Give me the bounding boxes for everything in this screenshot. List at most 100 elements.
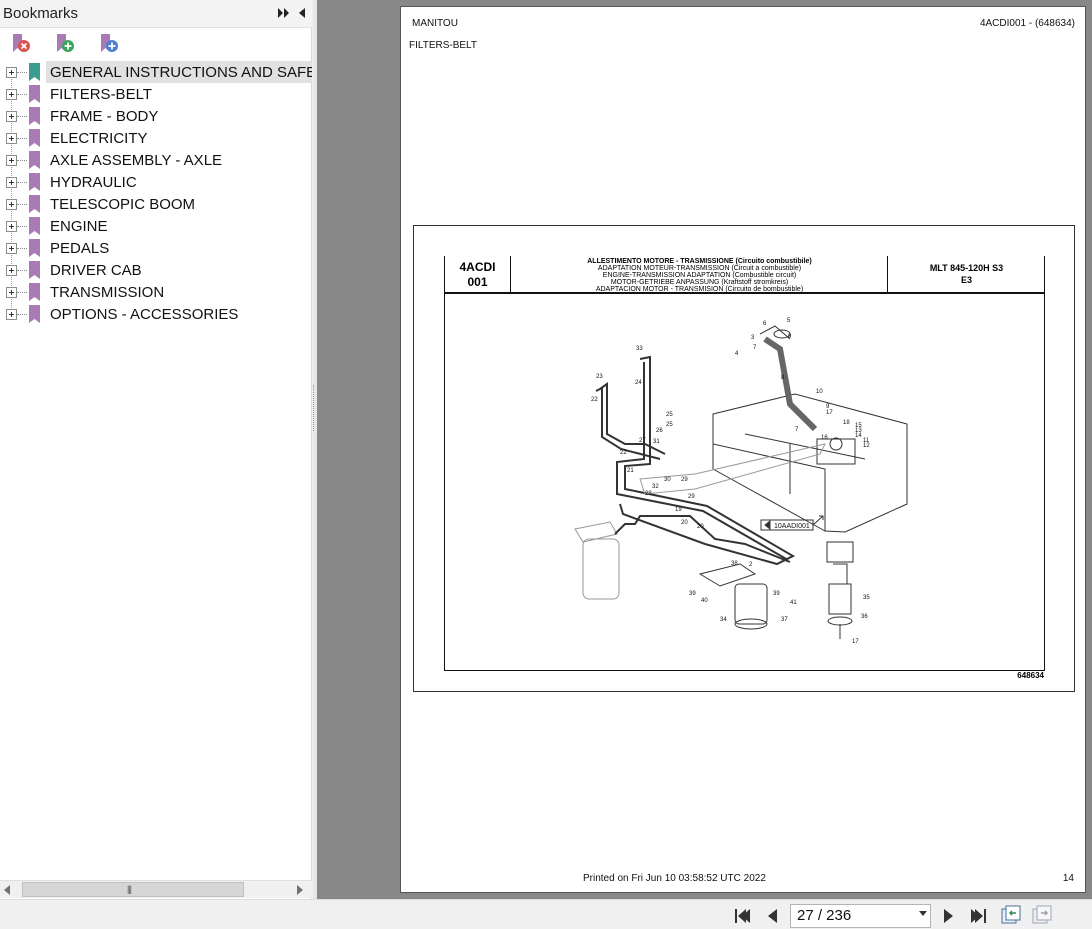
technical-drawing: 10AADI001 6 5 9 3 7 4 8 10 9 17 18 15 13 14 11 12 16 7 33 2… bbox=[444, 294, 1045, 671]
figure-model: MLT 845-120H S3 bbox=[929, 263, 1004, 273]
figure-code-box: 4ACDI 001 bbox=[444, 256, 511, 292]
bookmark-label: TRANSMISSION bbox=[50, 284, 165, 301]
bookmark-item[interactable]: TRANSMISSION bbox=[0, 281, 312, 303]
tree-dots bbox=[17, 182, 27, 183]
callout-label: 10AADI001 bbox=[774, 523, 810, 530]
bookmark-icon bbox=[29, 261, 40, 279]
bookmarks-header: Bookmarks bbox=[0, 0, 312, 28]
bookmark-item[interactable]: OPTIONS - ACCESSORIES bbox=[0, 303, 312, 325]
pdf-reader-window: Bookmarks GENERAL INSTRUCTIONS AND SAFET… bbox=[0, 0, 1092, 929]
bookmark-icon bbox=[29, 239, 40, 257]
previous-view-icon[interactable] bbox=[1000, 904, 1022, 926]
expand-plus-icon[interactable] bbox=[6, 265, 17, 276]
add-bookmark-icon[interactable] bbox=[52, 32, 76, 56]
expand-plus-icon[interactable] bbox=[6, 309, 17, 320]
bookmark-item[interactable]: TELESCOPIC BOOM bbox=[0, 193, 312, 215]
part-number-label: 30 bbox=[664, 477, 671, 483]
part-number-label: 29 bbox=[681, 477, 688, 483]
bookmark-icon bbox=[29, 217, 40, 235]
part-number-label: 7 bbox=[753, 345, 757, 351]
bookmark-item[interactable]: GENERAL INSTRUCTIONS AND SAFETY bbox=[0, 61, 312, 83]
part-number-label: 3 bbox=[751, 335, 755, 341]
delete-bookmark-icon[interactable] bbox=[8, 32, 32, 56]
bookmark-icon bbox=[29, 305, 40, 323]
expand-plus-icon[interactable] bbox=[6, 287, 17, 298]
bookmark-item[interactable]: DRIVER CAB bbox=[0, 259, 312, 281]
part-number-label: 7 bbox=[795, 427, 799, 433]
expand-plus-icon[interactable] bbox=[6, 133, 17, 144]
expand-plus-icon[interactable] bbox=[6, 199, 17, 210]
part-number-label: 31 bbox=[653, 439, 660, 445]
bookmark-label: ELECTRICITY bbox=[50, 130, 148, 147]
bookmark-label: AXLE ASSEMBLY - AXLE bbox=[50, 152, 223, 169]
figure-code-line1: 4ACDI bbox=[459, 260, 496, 274]
page-dropdown-icon[interactable] bbox=[919, 911, 927, 916]
scroll-left-arrow-icon[interactable] bbox=[4, 885, 10, 895]
part-number-label: 21 bbox=[627, 468, 634, 474]
page-navigation-bar: 27 / 236 bbox=[0, 899, 1092, 929]
bookmarks-panel: Bookmarks GENERAL INSTRUCTIONS AND SAFET… bbox=[0, 0, 312, 899]
part-number-label: 12 bbox=[863, 443, 870, 449]
part-number-label: 25 bbox=[666, 422, 673, 428]
expand-panel-icon[interactable] bbox=[277, 5, 291, 21]
next-page-icon[interactable] bbox=[938, 906, 958, 926]
expand-plus-icon[interactable] bbox=[6, 177, 17, 188]
bookmark-icon bbox=[29, 151, 40, 169]
part-number-label: 22 bbox=[591, 397, 598, 403]
tree-dots bbox=[17, 94, 27, 95]
previous-page-icon[interactable] bbox=[763, 906, 783, 926]
bookmark-item[interactable]: FRAME - BODY bbox=[0, 105, 312, 127]
bookmark-icon bbox=[29, 173, 40, 191]
scroll-right-arrow-icon[interactable] bbox=[297, 885, 303, 895]
figure-model-box: MLT 845-120H S3 E3 bbox=[888, 256, 1045, 292]
last-page-icon[interactable] bbox=[969, 906, 989, 926]
expand-plus-icon[interactable] bbox=[6, 89, 17, 100]
add-child-bookmark-icon[interactable] bbox=[96, 32, 120, 56]
page-section: FILTERS-BELT bbox=[409, 40, 477, 51]
bookmark-label: FRAME - BODY bbox=[50, 108, 159, 125]
part-number-label: 27 bbox=[639, 438, 646, 444]
document-viewer[interactable]: MANITOU 4ACDI001 - (648634) FILTERS-BELT… bbox=[317, 0, 1092, 899]
part-number-label: 32 bbox=[652, 484, 659, 490]
bookmark-label: HYDRAULIC bbox=[50, 174, 137, 191]
bookmark-item[interactable]: ELECTRICITY bbox=[0, 127, 312, 149]
bookmarks-title: Bookmarks bbox=[3, 5, 79, 22]
expand-plus-icon[interactable] bbox=[6, 243, 17, 254]
part-number-label: 29 bbox=[688, 494, 695, 500]
part-number-label: 9 bbox=[788, 334, 792, 340]
bookmark-item[interactable]: HYDRAULIC bbox=[0, 171, 312, 193]
drawing-code: 648634 bbox=[1017, 671, 1044, 680]
expand-plus-icon[interactable] bbox=[6, 155, 17, 166]
page-number-field[interactable]: 27 / 236 bbox=[790, 904, 931, 928]
next-view-icon[interactable] bbox=[1031, 904, 1053, 926]
page-brand: MANITOU bbox=[412, 18, 458, 29]
part-number-label: 6 bbox=[763, 321, 767, 327]
bookmark-item[interactable]: FILTERS-BELT bbox=[0, 83, 312, 105]
part-number-label: 17 bbox=[852, 639, 859, 645]
figure-titles: ALLESTIMENTO MOTORE - TRASMISSIONE (Circ… bbox=[511, 256, 888, 293]
part-number-label: 24 bbox=[635, 380, 642, 386]
expand-plus-icon[interactable] bbox=[6, 221, 17, 232]
tree-dots bbox=[17, 116, 27, 117]
expand-plus-icon[interactable] bbox=[6, 111, 17, 122]
figure-frame: 4ACDI 001 ALLESTIMENTO MOTORE - TRASMISS… bbox=[413, 225, 1075, 692]
bookmark-item[interactable]: ENGINE bbox=[0, 215, 312, 237]
bookmark-label: GENERAL INSTRUCTIONS AND SAFETY bbox=[46, 61, 312, 83]
bookmarks-toolbar bbox=[0, 28, 312, 60]
bookmark-icon bbox=[29, 85, 40, 103]
bookmark-label: DRIVER CAB bbox=[50, 262, 142, 279]
bookmark-icon bbox=[29, 129, 40, 147]
collapse-panel-icon[interactable] bbox=[296, 5, 308, 21]
first-page-icon[interactable] bbox=[732, 906, 752, 926]
scrollbar-thumb[interactable]: ||| bbox=[22, 882, 244, 897]
part-number-label: 23 bbox=[596, 374, 603, 380]
figure-title-line: ENGINE-TRANSMISSION ADAPTATION (Combusti… bbox=[602, 272, 797, 279]
part-number-label: 14 bbox=[855, 433, 862, 439]
bookmark-item[interactable]: AXLE ASSEMBLY - AXLE bbox=[0, 149, 312, 171]
part-number-label: 39 bbox=[689, 591, 696, 597]
figure-title-line: ADAPTACION MOTOR - TRANSMISION (Circuito… bbox=[595, 286, 804, 293]
bookmark-label: TELESCOPIC BOOM bbox=[50, 196, 196, 213]
expand-plus-icon[interactable] bbox=[6, 67, 17, 78]
horizontal-scrollbar[interactable]: ||| bbox=[0, 880, 312, 898]
bookmark-item[interactable]: PEDALS bbox=[0, 237, 312, 259]
